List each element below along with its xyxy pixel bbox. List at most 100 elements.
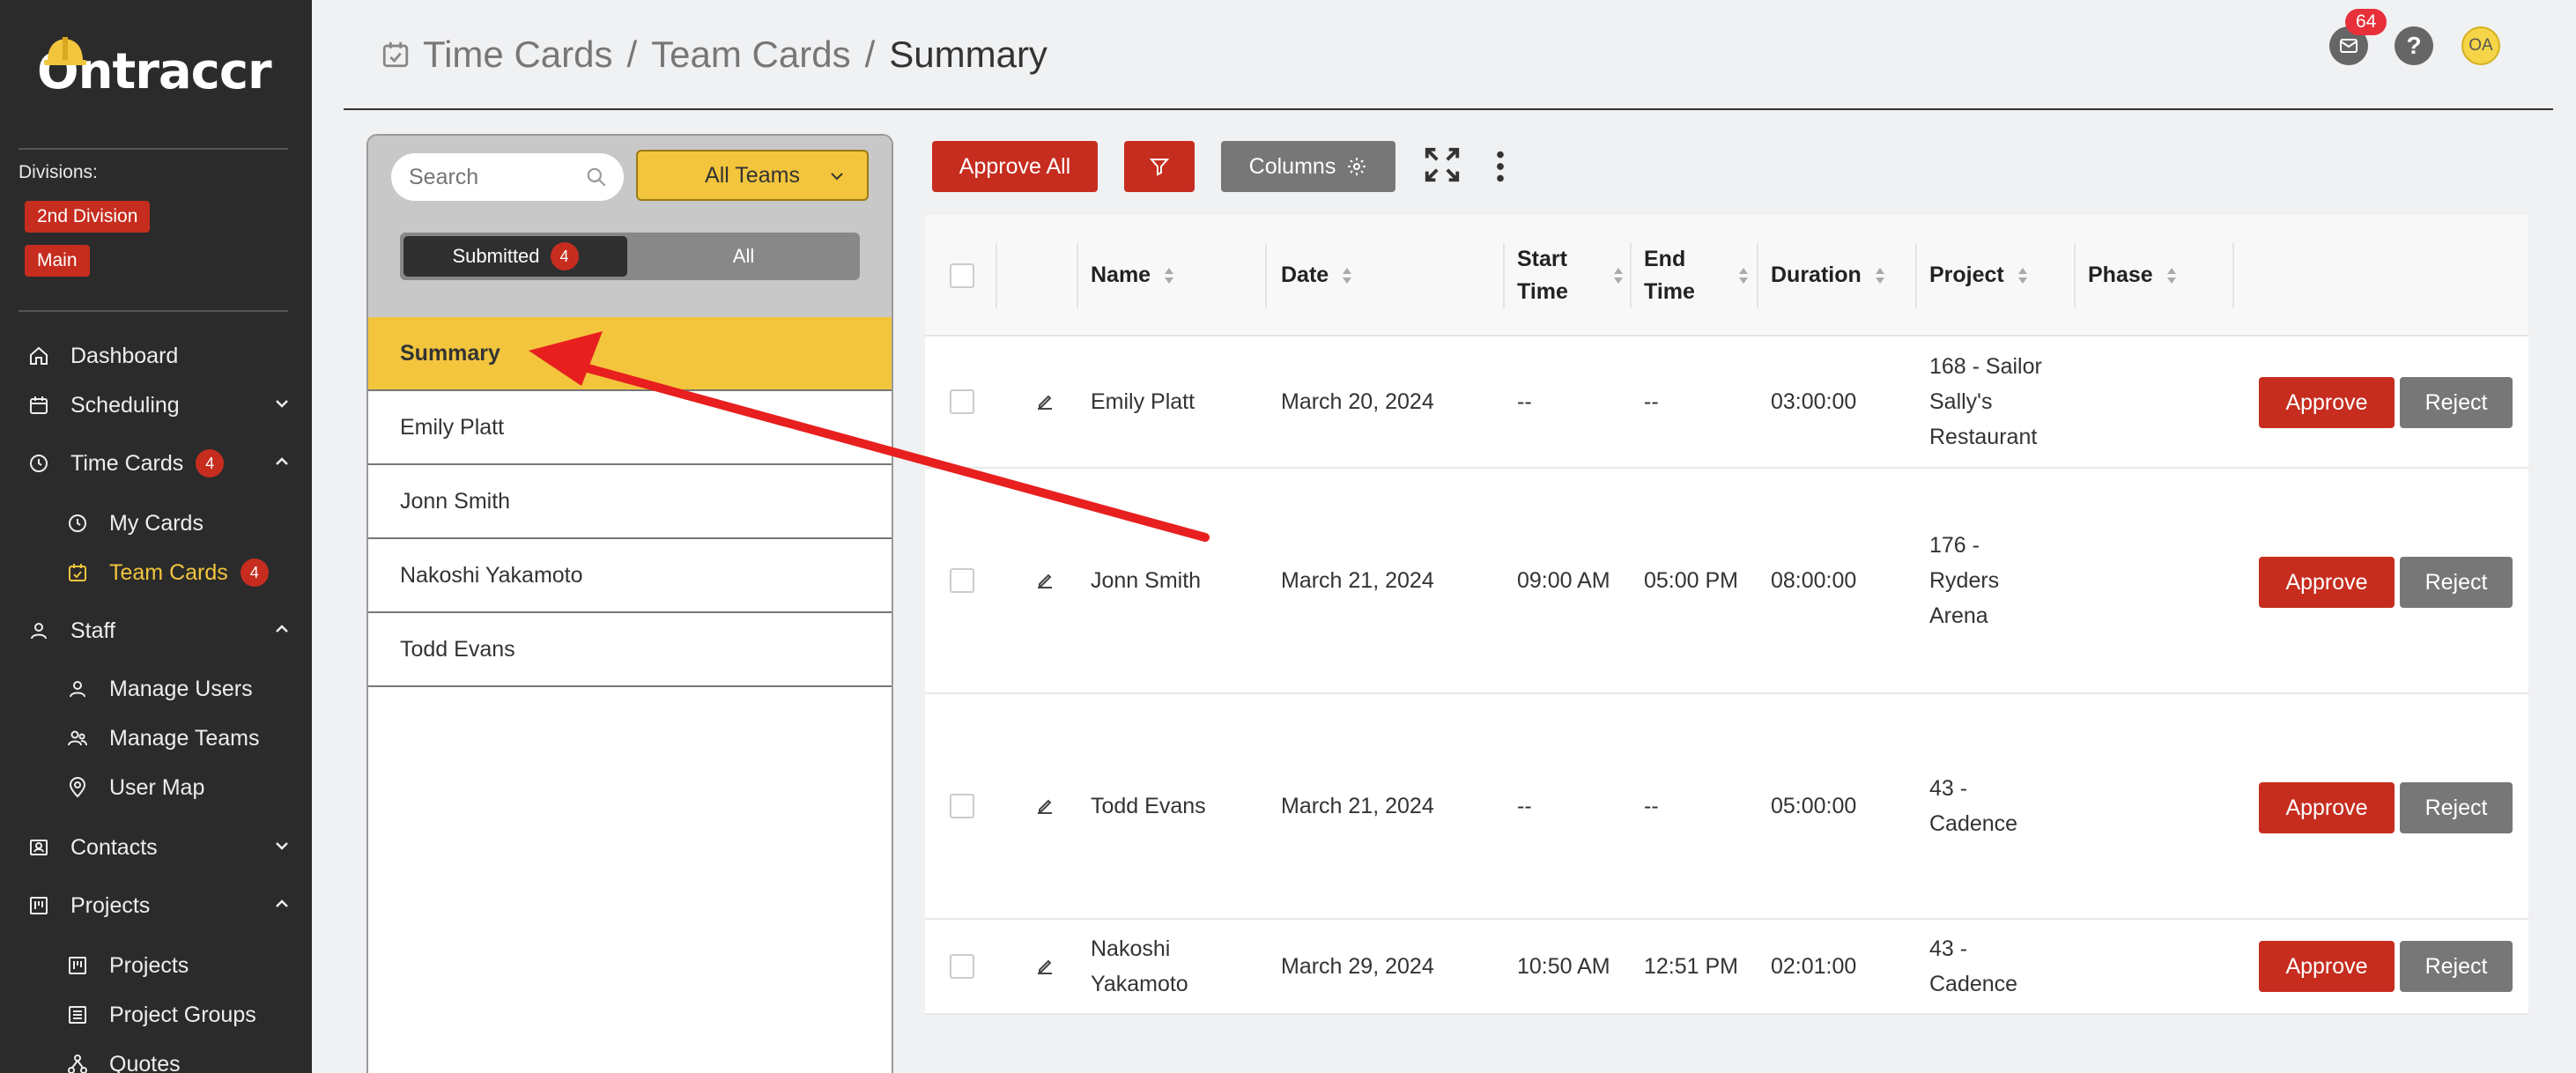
sidebar-item-team-cards[interactable]: Team Cards 4 [65,555,329,590]
columns-button[interactable]: Columns [1221,141,1395,192]
row-checkbox[interactable] [950,954,974,979]
sidebar-item-manage-teams[interactable]: Manage Teams [65,721,329,756]
team-icon [65,726,90,751]
reject-button[interactable]: Reject [2400,377,2513,428]
sidebar-item-project-groups[interactable]: Project Groups [65,997,329,1032]
chevron-down-icon[interactable] [273,395,291,412]
sidebar-item-projects-sub[interactable]: Projects [65,948,329,983]
approve-button[interactable]: Approve [2259,557,2395,608]
search-input[interactable] [409,164,576,190]
cell-start-time: 09:00 AM [1517,568,1610,593]
header-end-time-label: End Time [1644,243,1695,309]
avatar-initials: OA [2469,36,2493,55]
sidebar-item-staff[interactable]: Staff [26,613,291,648]
sort-icon [2017,268,2027,284]
header-project-label: Project [1929,263,2004,288]
breadcrumb-summary: Summary [889,33,1047,75]
chevron-up-icon[interactable] [273,620,291,638]
more-options-button[interactable] [1487,146,1514,187]
logo[interactable]: Ontraccr [37,37,272,104]
sidebar-item-contacts[interactable]: Contacts [26,830,291,865]
expand-icon [1425,147,1460,182]
row-checkbox[interactable] [950,568,974,593]
header-end-time-line1: End [1644,246,1686,271]
breadcrumb-team-cards[interactable]: Team Cards [651,33,850,76]
sidebar-item-dashboard[interactable]: Dashboard [26,338,291,374]
list-item-jonn-smith[interactable]: Jonn Smith [368,465,892,539]
header-name[interactable]: Name [1078,215,1175,337]
division-badge-2nd-division[interactable]: 2nd Division [25,201,151,233]
breadcrumb-time-cards[interactable]: Time Cards [423,33,612,76]
search-icon [587,167,606,187]
row-select-cell [937,920,974,1013]
sidebar-item-projects[interactable]: Projects [26,888,291,923]
cell-end-time: 05:00 PM [1644,568,1739,593]
panel-filter-area: All Teams Submitted 4 All [368,136,892,317]
header-project[interactable]: Project [1917,215,2029,337]
approve-all-button[interactable]: Approve All [932,141,1098,192]
mail-icon [2340,39,2358,53]
help-button[interactable]: ? [2395,26,2433,65]
gear-icon [1348,158,1366,175]
sidebar-item-scheduling[interactable]: Scheduling [26,388,291,423]
approve-button[interactable]: Approve [2259,782,2395,833]
cell-date: March 21, 2024 [1281,568,1434,593]
cell-name: Nakoshi Yakamoto [1091,936,1188,996]
search-field[interactable] [391,153,624,201]
reject-button[interactable]: Reject [2400,941,2513,992]
pencil-icon [1038,799,1052,814]
sidebar-item-quotes[interactable]: Quotes [65,1047,329,1073]
cell-end-time: -- [1644,389,1659,414]
breadcrumb-separator: / [626,33,638,75]
sidebar-divider [19,310,288,312]
list-item-nakoshi-yakamoto[interactable]: Nakoshi Yakamoto [368,539,892,613]
edit-button[interactable] [1022,469,1055,692]
cell-duration: 08:00:00 [1771,568,1857,593]
cell-duration: 05:00:00 [1771,794,1857,818]
reject-button[interactable]: Reject [2400,782,2513,833]
chevron-down-icon[interactable] [273,837,291,855]
avatar[interactable]: OA [2461,26,2500,65]
fullscreen-button[interactable] [1422,144,1462,185]
sidebar-item-my-cards[interactable]: My Cards [65,506,329,541]
cell-date: March 20, 2024 [1281,389,1434,414]
toggle-all[interactable]: All [631,236,856,277]
sidebar-item-time-cards[interactable]: Time Cards 4 [26,446,291,481]
sort-icon [1875,268,1884,284]
approve-button[interactable]: Approve [2259,377,2395,428]
project-icon [26,893,51,918]
home-icon [26,344,51,368]
header-end-time[interactable]: End Time [1632,215,1755,337]
list-item-emily-platt[interactable]: Emily Platt [368,391,892,465]
reject-button[interactable]: Reject [2400,557,2513,608]
sidebar-item-manage-users[interactable]: Manage Users [65,671,329,707]
edit-button[interactable] [1022,920,1055,1013]
header-duration[interactable]: Duration [1758,215,1886,337]
chevron-up-icon[interactable] [273,895,291,913]
chevron-up-icon[interactable] [273,453,291,470]
division-badge-main[interactable]: Main [25,245,90,277]
row-select-cell [937,337,974,467]
cell-phase [2076,694,2225,918]
column-separator [1503,243,1505,308]
sidebar-item-user-map[interactable]: User Map [65,770,329,805]
header-phase[interactable]: Phase [2076,215,2178,337]
header-date[interactable]: Date [1269,215,1353,337]
list-item-todd-evans[interactable]: Todd Evans [368,613,892,687]
approve-button[interactable]: Approve [2259,941,2395,992]
team-select[interactable]: All Teams [636,150,869,201]
edit-button[interactable] [1022,337,1055,467]
row-checkbox[interactable] [950,389,974,414]
list-item-summary[interactable]: Summary [368,317,892,391]
header-name-label: Name [1091,263,1151,288]
header-start-time[interactable]: Start Time [1505,215,1628,337]
filter-button[interactable] [1124,141,1195,192]
cell-phase [2076,469,2225,692]
column-separator [2232,243,2234,308]
select-all-checkbox[interactable] [950,263,974,288]
toggle-submitted[interactable]: Submitted 4 [403,236,627,277]
sort-icon [1165,268,1174,284]
filter-icon [1149,159,1170,176]
edit-button[interactable] [1022,694,1055,918]
row-checkbox[interactable] [950,794,974,818]
